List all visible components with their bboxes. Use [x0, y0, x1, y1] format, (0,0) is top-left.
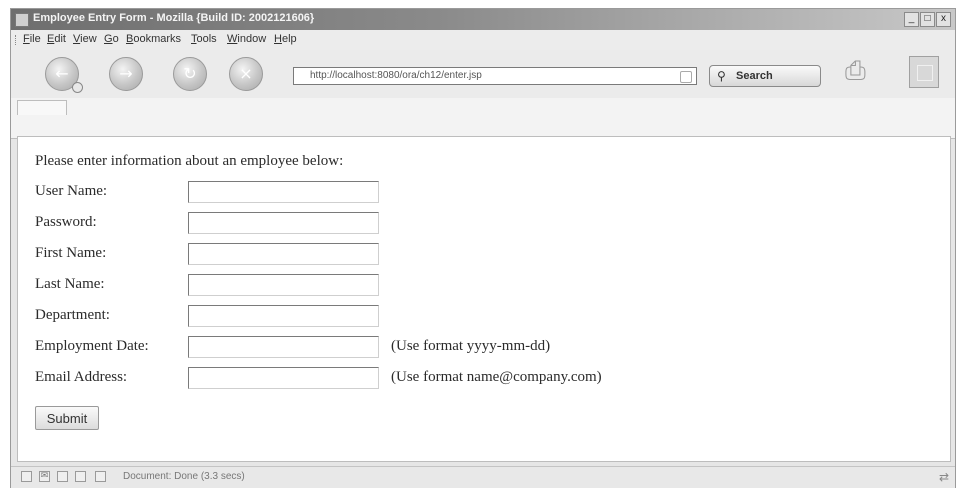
search-icon: ⚲	[717, 69, 726, 83]
menu-bar: File Edit View Go Bookmarks Tools Window…	[11, 30, 955, 50]
form-row-user-name: User Name:	[35, 181, 935, 205]
status-text: Document: Done (3.3 secs)	[123, 471, 245, 482]
connection-icon[interactable]: ⇄	[939, 470, 949, 484]
composer-icon[interactable]	[57, 471, 68, 482]
employment-date-label: Employment Date:	[35, 338, 149, 354]
email-hint: (Use format name@company.com)	[391, 369, 602, 385]
minimize-button[interactable]: _	[904, 12, 919, 27]
email-input[interactable]	[188, 367, 379, 389]
navigation-toolbar: ← → ↻ × http://localhost:8080/ora/ch12/e…	[11, 50, 955, 98]
password-input[interactable]	[188, 212, 379, 234]
form-row-email: Email Address: (Use format name@company.…	[35, 367, 935, 391]
tab-stub[interactable]	[17, 100, 67, 115]
first-name-input[interactable]	[188, 243, 379, 265]
browser-window: Employee Entry Form - Mozilla {Build ID:…	[10, 8, 956, 488]
mail-icon[interactable]: ✉	[39, 471, 50, 482]
menu-grip	[15, 35, 19, 45]
back-history-badge[interactable]	[72, 82, 83, 93]
forward-arrow-icon[interactable]: →	[109, 57, 143, 91]
mozilla-throbber-icon[interactable]	[909, 56, 939, 88]
print-icon[interactable]: ⎙	[845, 56, 883, 90]
menu-help[interactable]: Help	[274, 33, 297, 45]
stop-icon[interactable]: ×	[229, 57, 263, 91]
department-label: Department:	[35, 307, 110, 323]
chat-icon[interactable]	[95, 471, 106, 482]
window-controls: _ □ x	[904, 12, 951, 27]
user-name-label: User Name:	[35, 183, 108, 199]
email-label: Email Address:	[35, 369, 128, 385]
password-label: Password:	[35, 214, 97, 230]
address-book-icon[interactable]	[75, 471, 86, 482]
form-row-department: Department:	[35, 305, 935, 329]
page-content: Please enter information about an employ…	[17, 136, 951, 462]
menu-view[interactable]: View	[73, 33, 97, 45]
menu-go[interactable]: Go	[104, 33, 119, 45]
last-name-input[interactable]	[188, 274, 379, 296]
maximize-button[interactable]: □	[920, 12, 935, 27]
menu-window[interactable]: Window	[227, 33, 266, 45]
employment-date-input[interactable]	[188, 336, 379, 358]
window-title: Employee Entry Form - Mozilla {Build ID:…	[33, 12, 315, 24]
department-input[interactable]	[188, 305, 379, 327]
reload-icon[interactable]: ↻	[173, 57, 207, 91]
url-dropdown-icon[interactable]	[680, 71, 692, 83]
search-label: Search	[736, 70, 773, 82]
form-intro: Please enter information about an employ…	[35, 153, 344, 169]
form-row-password: Password:	[35, 212, 935, 236]
back-arrow-icon[interactable]: ←	[45, 57, 83, 93]
title-bar[interactable]: Employee Entry Form - Mozilla {Build ID:…	[11, 9, 955, 30]
url-bar[interactable]: http://localhost:8080/ora/ch12/enter.jsp	[293, 67, 697, 85]
first-name-label: First Name:	[35, 245, 107, 261]
submit-button[interactable]: Submit	[35, 406, 99, 430]
search-button[interactable]: ⚲ Search	[709, 65, 821, 87]
status-bar: ✉ Document: Done (3.3 secs) ⇄	[11, 466, 955, 488]
form-row-last-name: Last Name:	[35, 274, 935, 298]
tab-strip	[11, 98, 955, 139]
user-name-input[interactable]	[188, 181, 379, 203]
last-name-label: Last Name:	[35, 276, 105, 292]
menu-bookmarks[interactable]: Bookmarks	[126, 33, 181, 45]
employment-date-hint: (Use format yyyy-mm-dd)	[391, 338, 551, 354]
url-text[interactable]: http://localhost:8080/ora/ch12/enter.jsp	[310, 70, 482, 81]
form-row-employment-date: Employment Date: (Use format yyyy-mm-dd)	[35, 336, 935, 360]
app-icon	[15, 13, 29, 27]
menu-file[interactable]: File	[23, 33, 41, 45]
menu-tools[interactable]: Tools	[191, 33, 217, 45]
navigator-icon[interactable]	[21, 471, 32, 482]
form-row-first-name: First Name:	[35, 243, 935, 267]
menu-edit[interactable]: Edit	[47, 33, 66, 45]
close-button[interactable]: x	[936, 12, 951, 27]
